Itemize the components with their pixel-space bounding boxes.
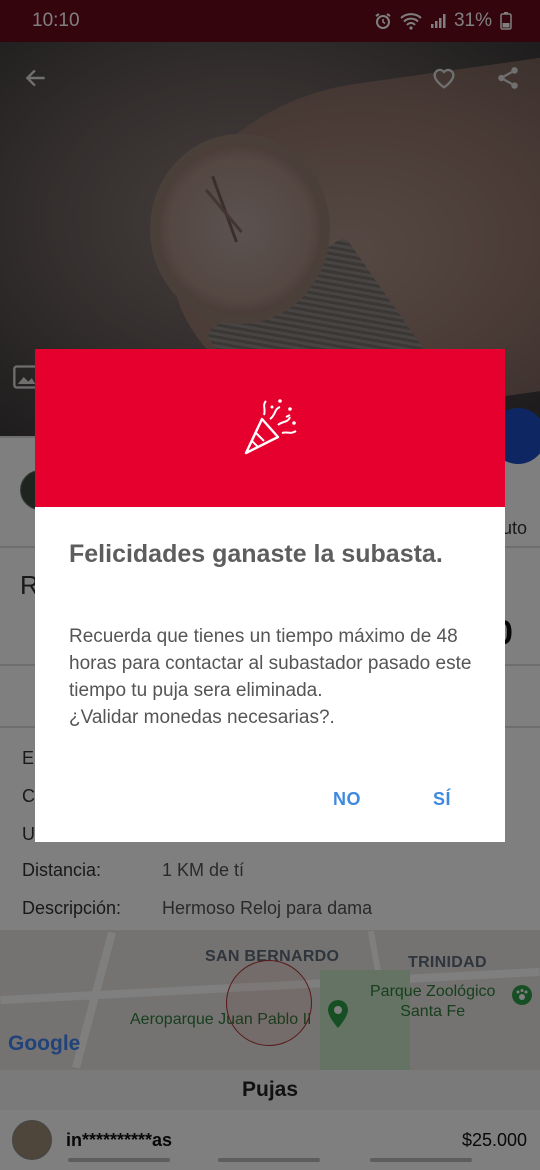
win-dialog: Felicidades ganaste la subasta. Recuerda… bbox=[35, 349, 505, 842]
yes-button[interactable]: SÍ bbox=[433, 789, 451, 810]
dialog-header bbox=[35, 349, 505, 507]
party-popper-icon bbox=[244, 399, 297, 455]
dialog-title: Felicidades ganaste la subasta. bbox=[69, 540, 443, 568]
dialog-message: Recuerda que tienes un tiempo máximo de … bbox=[69, 626, 472, 728]
no-button[interactable]: NO bbox=[333, 789, 361, 810]
